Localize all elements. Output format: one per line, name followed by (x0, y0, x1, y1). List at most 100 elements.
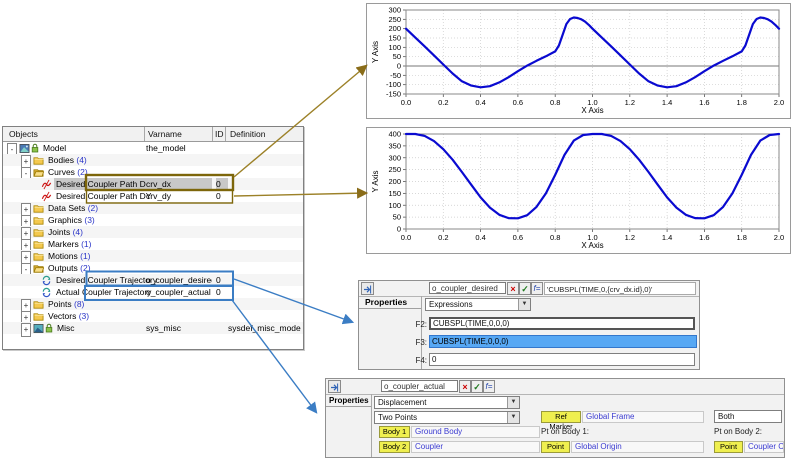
folder-icon (33, 310, 45, 322)
object-name-field[interactable] (381, 380, 458, 392)
tree-item-id: 0 (216, 178, 228, 190)
x-tick-label: 0.2 (438, 233, 448, 242)
properties-tab[interactable]: Properties (326, 394, 371, 407)
navigator-back-icon[interactable] (328, 380, 341, 393)
component-field[interactable]: Both (714, 410, 782, 423)
y-tick-label: 50 (393, 52, 401, 61)
tree-row-graphics[interactable]: +Graphics (3) (3, 214, 303, 226)
tree-item-varname: o_coupler_desired (146, 274, 212, 286)
x-tick-label: 1.4 (662, 233, 672, 242)
point2-value[interactable]: Coupler CM (744, 441, 784, 453)
measure-type-dropdown[interactable]: Displacement ▼ (374, 396, 520, 409)
tree-row-motions[interactable]: +Motions (1) (3, 250, 303, 262)
tree-row-joints[interactable]: +Joints (4) (3, 226, 303, 238)
x-tick-label: 0.6 (513, 233, 523, 242)
y-tick-label: 250 (388, 165, 401, 174)
model-icon (19, 142, 31, 154)
tree-item-varname: o_coupler_actual (146, 286, 212, 298)
tree-item-definition: sysdef_misc_model (228, 322, 301, 334)
column-header-id[interactable]: ID (215, 129, 224, 139)
y-tick-label: 350 (388, 141, 401, 150)
tree-row-o_coupler_desired[interactable]: Desired Coupler Trajectoryo_coupler_desi… (3, 274, 303, 286)
y-tick-label: 300 (388, 153, 401, 162)
x-axis-label: X Axis (581, 241, 603, 250)
y-tick-label: 300 (388, 6, 401, 15)
x-tick-label: 1.8 (736, 233, 746, 242)
chevron-down-icon[interactable]: ▼ (507, 412, 519, 423)
chevron-down-icon[interactable]: ▼ (507, 397, 519, 408)
f3-field[interactable] (429, 335, 697, 348)
column-header-definition[interactable]: Definition (230, 129, 265, 139)
y-axis-label: Y Axis (371, 170, 380, 192)
dropdown-value: Two Points (378, 413, 417, 422)
body2-value[interactable]: Coupler (411, 441, 540, 453)
point2-button[interactable]: Point (714, 441, 743, 453)
tree-row-markers[interactable]: +Markers (1) (3, 238, 303, 250)
apply-button[interactable]: ✓ (471, 380, 483, 393)
tree-row-crv_dx[interactable]: Desired Coupler Path DXcrv_dx0 (3, 178, 303, 190)
y-tick-label: 400 (388, 130, 401, 139)
y-axis-label: Y Axis (371, 41, 380, 63)
tree-row-vectors[interactable]: +Vectors (3) (3, 310, 303, 322)
f2-field[interactable] (429, 317, 695, 330)
y-tick-label: 100 (388, 43, 401, 52)
function-builder-button[interactable]: f= (483, 380, 495, 393)
tree-item-label: Motions (1) (46, 250, 93, 262)
tree-item-label: Bodies (4) (46, 154, 89, 166)
y-tick-label: 150 (388, 189, 401, 198)
function-builder-button[interactable]: f= (531, 282, 543, 295)
body2-button[interactable]: Body 2 (379, 441, 410, 453)
method-dropdown[interactable]: Two Points ▼ (374, 411, 520, 424)
body1-value[interactable]: Ground Body (411, 426, 540, 438)
y-tick-label: -100 (386, 80, 401, 89)
folder-icon (33, 154, 45, 166)
expression-type-dropdown[interactable]: Expressions ▼ (425, 298, 531, 311)
properties-tab[interactable]: Properties (359, 296, 421, 309)
folder-icon (33, 202, 45, 214)
tree-row-o_coupler_actual[interactable]: Actual Coupler Trajectoryo_coupler_actua… (3, 286, 303, 298)
object-name-field[interactable] (429, 282, 506, 294)
navigator-back-icon[interactable] (361, 282, 374, 295)
apply-button[interactable]: ✓ (519, 282, 531, 295)
column-header-varname[interactable]: Varname (148, 129, 182, 139)
y-tick-label: 50 (393, 213, 401, 222)
ref-marker-value[interactable]: Global Frame (582, 411, 704, 423)
tree-rows: -Modelthe_model+Bodies (4)-Curves (2)Des… (3, 142, 303, 349)
misc-icon (33, 322, 45, 334)
expand-toggle[interactable]: + (21, 323, 31, 337)
tree-row-points[interactable]: +Points (8) (3, 298, 303, 310)
x-tick-label: 0.4 (475, 98, 485, 107)
output-icon (41, 274, 53, 286)
x-tick-label: 2.0 (774, 98, 784, 107)
tree-row-curves[interactable]: -Curves (2) (3, 166, 303, 178)
point1-button[interactable]: Point (541, 441, 570, 453)
curve-icon (41, 190, 53, 202)
body1-button[interactable]: Body 1 (379, 426, 410, 438)
tree-item-label: Joints (4) (46, 226, 85, 238)
tree-row-crv_dy[interactable]: Desired Coupler Path DYcrv_dy0 (3, 190, 303, 202)
point1-value[interactable]: Global Origin (571, 441, 704, 453)
tree-row-the_model[interactable]: -Modelthe_model (3, 142, 303, 154)
tree-row-outputs[interactable]: -Outputs (2) (3, 262, 303, 274)
tree-row-bodies[interactable]: +Bodies (4) (3, 154, 303, 166)
chevron-down-icon[interactable]: ▼ (518, 299, 530, 310)
y-tick-label: 200 (388, 24, 401, 33)
y-tick-label: 150 (388, 34, 401, 43)
y-tick-label: 250 (388, 15, 401, 24)
column-header-objects[interactable]: Objects (9, 129, 38, 139)
y-tick-label: 0 (397, 62, 401, 71)
cancel-button[interactable]: × (507, 282, 519, 295)
curve-icon (41, 178, 53, 190)
tree-item-label: Markers (1) (46, 238, 93, 250)
cancel-button[interactable]: × (459, 380, 471, 393)
tree-item-label: Model (41, 142, 68, 154)
panel-divider (371, 394, 372, 457)
ref-marker-button[interactable]: Ref Marker (541, 411, 581, 423)
tree-row-data-sets[interactable]: +Data Sets (2) (3, 202, 303, 214)
column-divider (212, 127, 213, 141)
folder-icon (33, 298, 45, 310)
tree-item-label: Misc (55, 322, 76, 334)
f4-field[interactable] (429, 353, 695, 366)
tree-row-sys_misc[interactable]: +Miscsys_miscsysdef_misc_model (3, 322, 303, 334)
x-tick-label: 1.8 (736, 98, 746, 107)
